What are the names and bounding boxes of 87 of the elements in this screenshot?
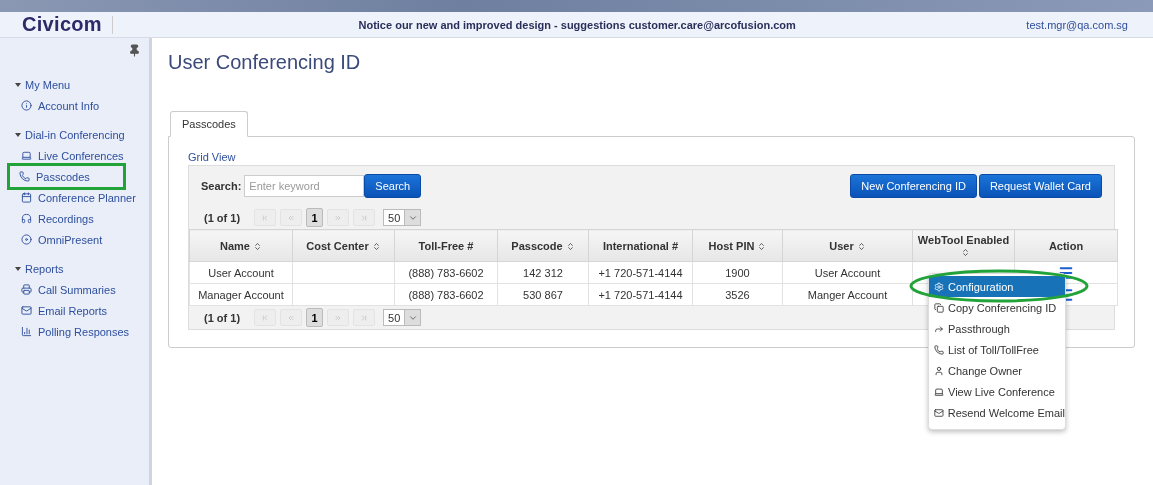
sidebar-item[interactable]: Conference Planner [0, 187, 149, 208]
page-status: (1 of 1) [204, 311, 241, 324]
column-header[interactable]: International # [588, 229, 693, 262]
first-page-icon [261, 313, 270, 322]
table-cell: User Account [782, 261, 913, 284]
table-cell: 530 867 [497, 283, 589, 306]
person-icon [934, 365, 944, 376]
table-cell: +1 720-571-4144 [588, 261, 693, 284]
table-cell: User Account [189, 261, 293, 284]
sidebar-item[interactable]: Recordings [0, 208, 149, 229]
sort-icon[interactable] [856, 242, 866, 252]
table-cell: 3526 [692, 283, 783, 306]
menu-section-title[interactable]: Dial-in Conferencing [0, 124, 149, 145]
table-cell: 142 312 [497, 261, 589, 284]
info-icon [21, 100, 32, 111]
page-number-button[interactable]: 1 [306, 208, 324, 227]
rows-per-page-select[interactable]: 50 [383, 309, 422, 326]
bar-chart-icon [21, 326, 32, 337]
column-header[interactable]: Cost Center [292, 229, 395, 262]
tab[interactable]: Passcodes [170, 111, 248, 137]
page-title: User Conferencing ID [168, 50, 362, 74]
sort-icon[interactable] [960, 248, 970, 258]
user-email[interactable]: test.mgr@qa.com.sg [1026, 18, 1153, 31]
search-field[interactable]: Enter keyword [244, 175, 365, 197]
search-button[interactable]: Search [364, 174, 422, 198]
first-page-icon [261, 213, 270, 222]
sidebar-item[interactable]: OmniPresent [0, 229, 149, 250]
envelope-icon [934, 407, 944, 418]
search-label: Search: [201, 180, 242, 192]
next-page-icon [334, 213, 343, 222]
sort-icon[interactable] [253, 242, 262, 252]
phone-icon [19, 171, 30, 182]
column-header[interactable]: Name [189, 229, 293, 262]
menu-item[interactable]: List of Toll/TollFree [929, 339, 1065, 360]
laptop-icon [934, 386, 944, 397]
table-cell: +1 720-571-4144 [588, 283, 693, 306]
headphones-icon [21, 213, 32, 224]
sort-icon[interactable] [371, 242, 381, 252]
pin-icon[interactable] [128, 44, 141, 57]
previous-page-icon [287, 313, 296, 322]
sort-icon[interactable] [757, 242, 767, 252]
sidebar-item[interactable]: Call Summaries [0, 279, 149, 300]
last-page-icon [360, 213, 369, 222]
sidebar-item[interactable]: Account Info [0, 95, 149, 116]
menu-item[interactable]: Copy Conferencing ID [929, 297, 1065, 318]
next-page-icon [334, 313, 343, 322]
table-cell: 1900 [692, 261, 783, 284]
toolbar-button[interactable]: New Conferencing ID [850, 174, 977, 198]
column-header[interactable]: WebTool Enabled [912, 229, 1015, 262]
sidebar-item[interactable]: Email Reports [0, 300, 149, 321]
column-header[interactable]: User [782, 229, 913, 262]
page-status: (1 of 1) [204, 211, 241, 224]
last-page-icon [360, 313, 369, 322]
column-header[interactable]: Action [1014, 229, 1118, 262]
share-arrow-icon [934, 323, 944, 334]
table-cell: (888) 783-6602 [394, 261, 498, 284]
table-cell: (888) 783-6602 [394, 283, 498, 306]
column-header[interactable]: Toll-Free # [394, 229, 498, 262]
sort-icon[interactable] [565, 242, 575, 252]
printer-icon [21, 284, 32, 295]
sidebar-item[interactable]: Passcodes [10, 166, 123, 187]
page-number-button[interactable]: 1 [306, 308, 324, 327]
disc-icon [21, 234, 32, 245]
envelope-icon [21, 305, 32, 316]
calendar-icon [21, 192, 32, 203]
menu-section-title[interactable]: Reports [0, 258, 149, 279]
logo[interactable]: Civicom [22, 13, 102, 36]
notice-text: Notice our new and improved design - suggestions customer.care@arcofusion.com [357, 18, 797, 31]
menu-item[interactable]: Change Owner [929, 360, 1065, 381]
menu-item[interactable]: Passthrough [929, 318, 1065, 339]
laptop-icon [21, 150, 32, 161]
sidebar-item[interactable]: Live Conferences [0, 145, 149, 166]
column-header[interactable]: Passcode [497, 229, 589, 262]
copy-icon [934, 302, 944, 313]
sidebar-item[interactable]: Polling Responses [0, 321, 149, 342]
table-cell: Manager Account [189, 283, 293, 306]
menu-item[interactable]: View Live Conference [929, 381, 1065, 402]
rows-per-page-select[interactable]: 50 [383, 209, 422, 226]
menu-section-title[interactable]: My Menu [0, 74, 149, 95]
grid-view-link[interactable]: Grid View [188, 151, 236, 165]
previous-page-icon [287, 213, 296, 222]
toolbar-button[interactable]: Request Wallet Card [978, 174, 1102, 198]
menu-item[interactable]: Configuration [929, 276, 1065, 297]
settings-icon [934, 281, 944, 292]
phone-icon [934, 344, 944, 355]
column-header[interactable]: Host PIN [692, 229, 783, 262]
menu-item[interactable]: Resend Welcome Email [929, 402, 1065, 423]
